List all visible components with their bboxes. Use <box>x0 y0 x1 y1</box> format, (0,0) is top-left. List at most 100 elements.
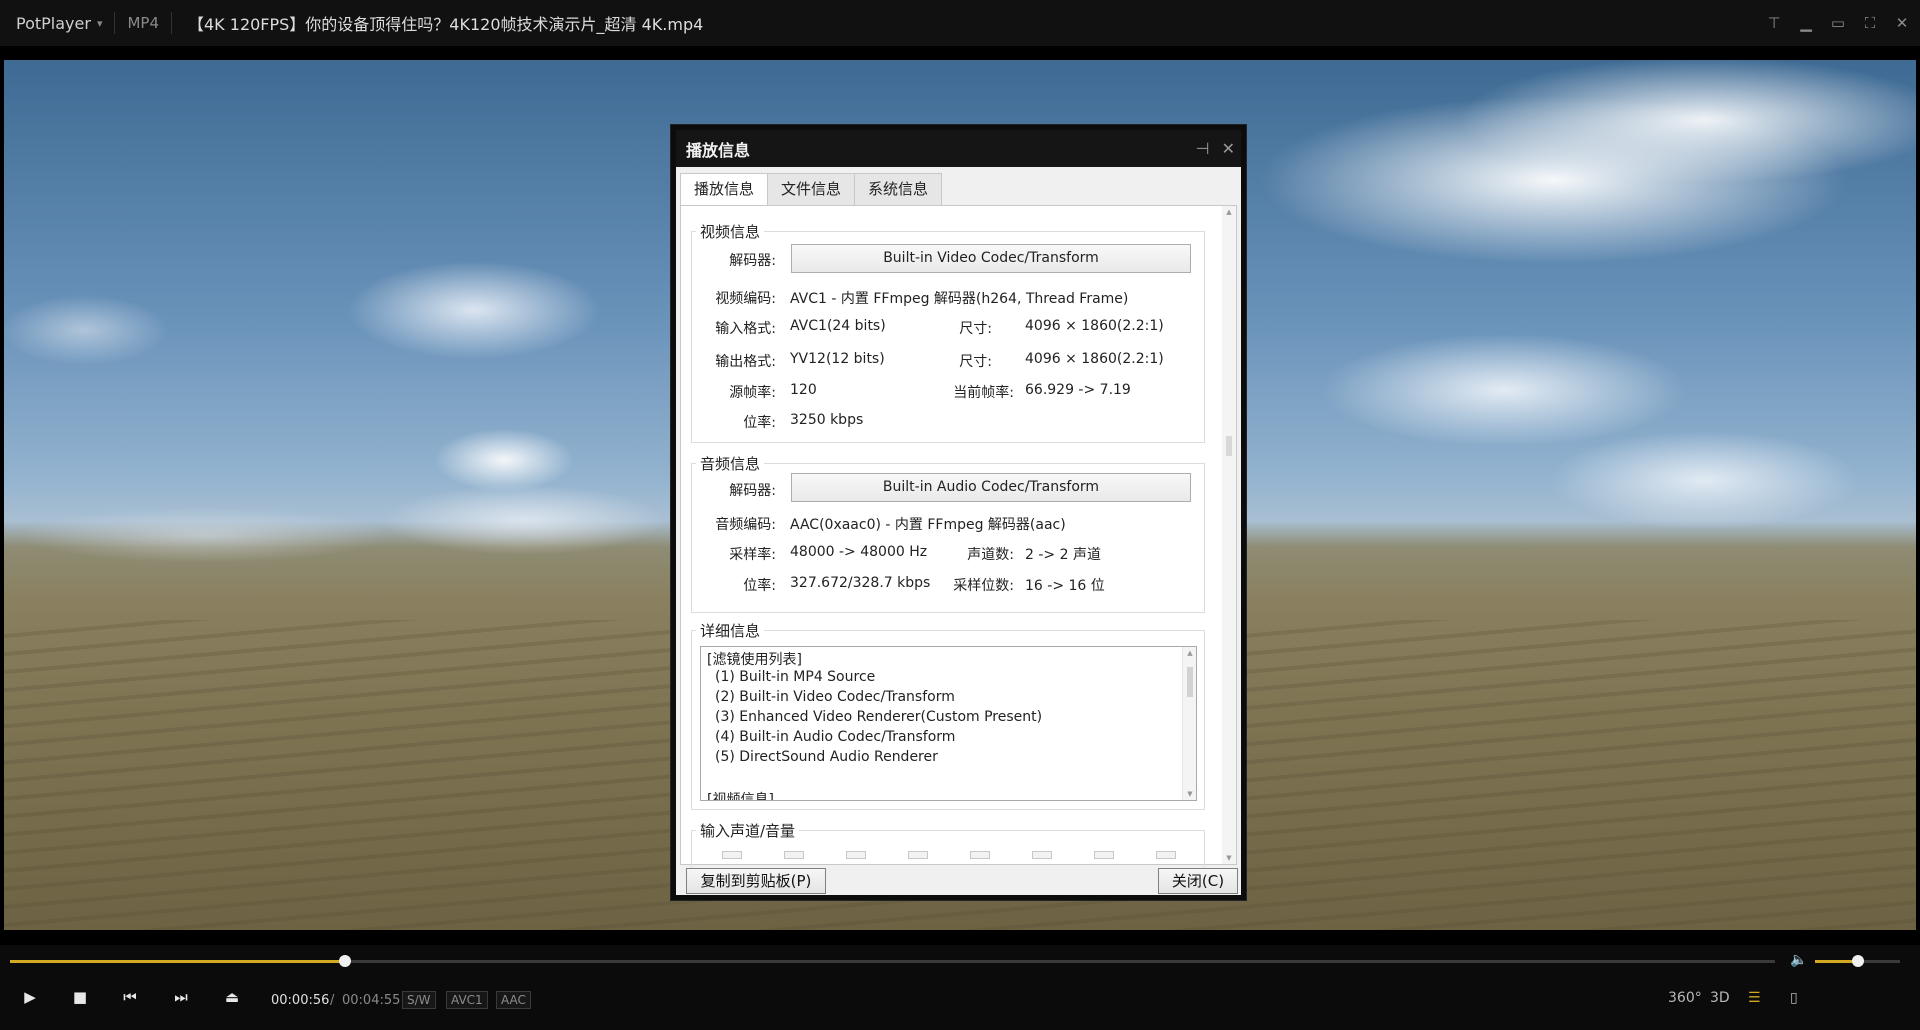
tab-file-info[interactable]: 文件信息 <box>767 173 856 205</box>
divider <box>114 12 116 34</box>
source-fps-value: 120 <box>790 382 817 398</box>
current-fps-label: 当前帧率: <box>953 385 1014 401</box>
list-item: (5) DirectSound Audio Renderer <box>715 749 938 765</box>
sample-rate-label: 采样率: <box>729 547 776 563</box>
panel-toggle-icon[interactable]: ▯ <box>1790 990 1798 1006</box>
channel-meter[interactable] <box>784 851 804 859</box>
channel-meter[interactable] <box>846 851 866 859</box>
time-separator: / <box>330 993 335 1008</box>
scroll-down-icon[interactable]: ▼ <box>1183 790 1196 798</box>
decoder-label: 解码器: <box>729 253 776 269</box>
output-size-value: 4096 × 1860(2.2:1) <box>1025 351 1164 367</box>
divider <box>171 12 172 34</box>
minimize-icon[interactable]: ▁ <box>1798 14 1814 32</box>
scroll-down-icon[interactable]: ▼ <box>1222 854 1236 862</box>
audio-decoder-button[interactable]: Built-in Audio Codec/Transform <box>791 473 1191 502</box>
channels-value: 2 -> 2 声道 <box>1025 547 1101 563</box>
video-codec-label: 视频编码: <box>715 291 776 307</box>
window-controls: ⊤ ▁ ▭ ⛶ ✕ <box>1766 0 1910 46</box>
tab-system-info[interactable]: 系统信息 <box>854 173 943 205</box>
sample-bits-value: 16 -> 16 位 <box>1025 578 1105 594</box>
next-icon[interactable]: ⏭ <box>170 988 192 1006</box>
volume-handle[interactable] <box>1851 955 1864 967</box>
copy-to-clipboard-button[interactable]: 复制到剪贴板(P) <box>686 868 826 894</box>
pin-icon[interactable]: ⊤ <box>1766 14 1782 32</box>
volume-slider[interactable] <box>1815 955 1900 967</box>
input-format-label: 输入格式: <box>715 321 776 337</box>
list-item: (3) Enhanced Video Renderer(Custom Prese… <box>715 709 1043 725</box>
seek-handle[interactable] <box>339 955 352 967</box>
previous-icon[interactable]: ⏮ <box>119 988 141 1006</box>
stop-icon[interactable]: ■ <box>69 988 91 1006</box>
app-name: PotPlayer <box>16 13 91 33</box>
channel-meter[interactable] <box>1094 851 1114 859</box>
video-codec-badge[interactable]: AVC1 <box>446 991 488 1009</box>
channel-meters <box>722 851 1176 859</box>
details-textbox[interactable]: [滤镜使用列表] (1) Built-in MP4 Source (2) Bui… <box>700 646 1197 801</box>
seek-progress <box>10 960 346 963</box>
audio-codec-badge[interactable]: AAC <box>496 991 531 1009</box>
maximize-icon[interactable]: ▭ <box>1830 14 1846 32</box>
sample-rate-value: 48000 -> 48000 Hz <box>790 544 928 560</box>
video-bitrate-value: 3250 kbps <box>790 412 864 428</box>
audio-info-group: 音频信息 解码器: Built-in Audio Codec/Transform… <box>691 453 1205 613</box>
vr-360-button[interactable]: 360° <box>1668 990 1702 1006</box>
group-title: 输入声道/音量 <box>696 820 800 841</box>
list-item: [视频信息] <box>707 792 774 801</box>
group-title: 音频信息 <box>696 453 765 474</box>
eject-icon[interactable]: ⏏ <box>221 988 243 1006</box>
video-info-group: 视频信息 解码器: Built-in Video Codec/Transform… <box>691 221 1205 443</box>
audio-bitrate-value: 327.672/328.7 kbps <box>790 575 931 591</box>
playlist-search-icon[interactable]: ☰ <box>1748 990 1761 1006</box>
title-bar: PotPlayer ▾ MP4 【4K 120FPS】你的设备顶得住吗？4K12… <box>0 0 1920 46</box>
close-button[interactable]: 关闭(C) <box>1158 868 1238 894</box>
channel-volume-group: 输入声道/音量 <box>691 820 1205 870</box>
channel-meter[interactable] <box>1032 851 1052 859</box>
channel-meter[interactable] <box>722 851 742 859</box>
decoder-label: 解码器: <box>729 483 776 499</box>
dialog-title-bar[interactable]: 播放信息 ⊣ ✕ <box>676 130 1241 167</box>
app-menu-button[interactable]: PotPlayer ▾ <box>0 14 102 33</box>
fullscreen-icon[interactable]: ⛶ <box>1862 14 1878 32</box>
output-size-label: 尺寸: <box>959 354 992 370</box>
group-title: 详细信息 <box>696 620 765 641</box>
input-size-value: 4096 × 1860(2.2:1) <box>1025 318 1164 334</box>
tab-playback-info[interactable]: 播放信息 <box>680 173 769 206</box>
pin-icon[interactable]: ⊣ <box>1196 139 1210 158</box>
details-scrollbar[interactable]: ▲ ▼ <box>1182 647 1196 800</box>
seek-bar[interactable] <box>10 955 1775 967</box>
scrollbar-thumb[interactable] <box>1226 436 1232 456</box>
sample-bits-label: 采样位数: <box>953 578 1014 594</box>
video-decoder-button[interactable]: Built-in Video Codec/Transform <box>791 244 1191 273</box>
total-time: 00:04:55 <box>342 993 401 1008</box>
current-time: 00:00:56 <box>271 993 330 1008</box>
output-format-label: 输出格式: <box>715 354 776 370</box>
channel-meter[interactable] <box>970 851 990 859</box>
tab-content: ▲ ▼ 视频信息 解码器: Built-in Video Codec/Trans… <box>680 205 1237 870</box>
input-format-value: AVC1(24 bits) <box>790 318 886 334</box>
list-item: (4) Built-in Audio Codec/Transform <box>715 729 956 745</box>
audio-codec-value: AAC(0xaac0) - 内置 FFmpeg 解码器(aac) <box>790 517 1066 533</box>
3d-button[interactable]: 3D <box>1710 990 1730 1006</box>
chevron-down-icon: ▾ <box>96 16 103 30</box>
decode-mode-badge[interactable]: S/W <box>402 991 436 1009</box>
format-label: MP4 <box>127 14 159 32</box>
scroll-up-icon[interactable]: ▲ <box>1183 649 1196 657</box>
channels-label: 声道数: <box>967 547 1014 563</box>
control-bar: 🔈 ▶ ■ ⏮ ⏭ ⏏ 00:00:56 / 00:04:55 S/W AVC1… <box>0 945 1920 1030</box>
details-group: 详细信息 [滤镜使用列表] (1) Built-in MP4 Source (2… <box>691 620 1205 810</box>
volume-icon[interactable]: 🔈 <box>1790 952 1807 968</box>
panel-scrollbar[interactable]: ▲ ▼ <box>1222 206 1236 864</box>
close-icon[interactable]: ✕ <box>1222 139 1235 158</box>
window-title: 【4K 120FPS】你的设备顶得住吗？4K120帧技术演示片_超清 4K.mp… <box>188 15 704 34</box>
output-format-value: YV12(12 bits) <box>790 351 885 367</box>
audio-bitrate-label: 位率: <box>743 578 776 594</box>
play-icon[interactable]: ▶ <box>19 988 41 1006</box>
scrollbar-thumb[interactable] <box>1187 667 1193 697</box>
scroll-up-icon[interactable]: ▲ <box>1222 208 1236 216</box>
channel-meter[interactable] <box>908 851 928 859</box>
source-fps-label: 源帧率: <box>729 385 776 401</box>
channel-meter[interactable] <box>1156 851 1176 859</box>
input-size-label: 尺寸: <box>959 321 992 337</box>
close-icon[interactable]: ✕ <box>1894 14 1910 32</box>
